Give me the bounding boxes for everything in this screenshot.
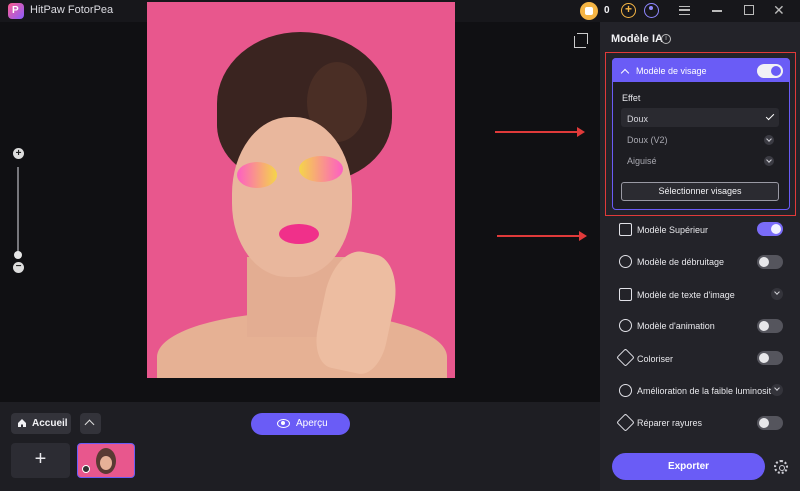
close-window-icon[interactable]: ✕ xyxy=(773,2,785,19)
animation-icon xyxy=(619,319,632,332)
annotation-highlight-box xyxy=(605,52,796,216)
upscale-icon xyxy=(619,223,632,236)
plus-icon: + xyxy=(34,448,47,470)
low-light-icon xyxy=(619,384,632,397)
feature-toggle-colorize[interactable] xyxy=(757,351,783,365)
maximize-window-icon[interactable] xyxy=(744,5,754,15)
panel-title: Modèle IA xyxy=(611,33,663,45)
info-icon[interactable]: i xyxy=(661,34,671,44)
feature-toggle-scratch-repair[interactable] xyxy=(757,416,783,430)
preview-label: Aperçu xyxy=(296,418,328,429)
gear-icon[interactable] xyxy=(774,460,788,474)
home-icon xyxy=(18,419,26,427)
denoise-icon xyxy=(619,255,632,268)
annotation-arrow xyxy=(497,231,587,241)
feature-toggle-animation[interactable] xyxy=(757,319,783,333)
zoom-slider[interactable] xyxy=(17,167,19,252)
feature-label: Réparer rayures xyxy=(637,418,703,428)
export-button[interactable]: Exporter xyxy=(612,453,765,480)
feature-toggle-denoise[interactable] xyxy=(757,255,783,269)
download-icon[interactable] xyxy=(771,384,783,396)
feature-label: Modèle de débruitage xyxy=(637,257,725,267)
annotation-arrow xyxy=(495,127,585,137)
home-label: Accueil xyxy=(32,418,68,429)
app-logo-icon: P xyxy=(8,3,24,19)
text-image-icon xyxy=(619,288,632,301)
thumbnail-info-icon[interactable] xyxy=(82,465,90,473)
zoom-in-icon[interactable]: + xyxy=(13,148,24,159)
minimize-window-icon[interactable] xyxy=(712,10,722,12)
menu-icon[interactable] xyxy=(679,6,690,15)
credits-count: 0 xyxy=(604,5,610,16)
feature-label: Modèle Supérieur xyxy=(637,225,709,235)
crop-icon[interactable] xyxy=(574,33,588,48)
feature-label: Coloriser xyxy=(637,354,674,364)
feature-label: Amélioration de la faible luminosité xyxy=(637,386,777,396)
download-icon[interactable] xyxy=(771,288,783,300)
credits-coin-icon[interactable] xyxy=(580,2,598,20)
eye-icon xyxy=(277,419,290,428)
preview-image xyxy=(147,2,455,378)
user-account-icon[interactable] xyxy=(644,3,659,18)
feature-toggle-upscale[interactable] xyxy=(757,222,783,236)
zoom-out-icon[interactable]: − xyxy=(13,262,24,273)
add-credits-icon[interactable]: + xyxy=(621,3,636,18)
feature-label: Modèle de texte d'image xyxy=(637,290,735,300)
app-title: HitPaw FotorPea xyxy=(30,4,114,16)
feature-label: Modèle d'animation xyxy=(637,321,715,331)
zoom-slider-handle[interactable] xyxy=(14,251,22,259)
